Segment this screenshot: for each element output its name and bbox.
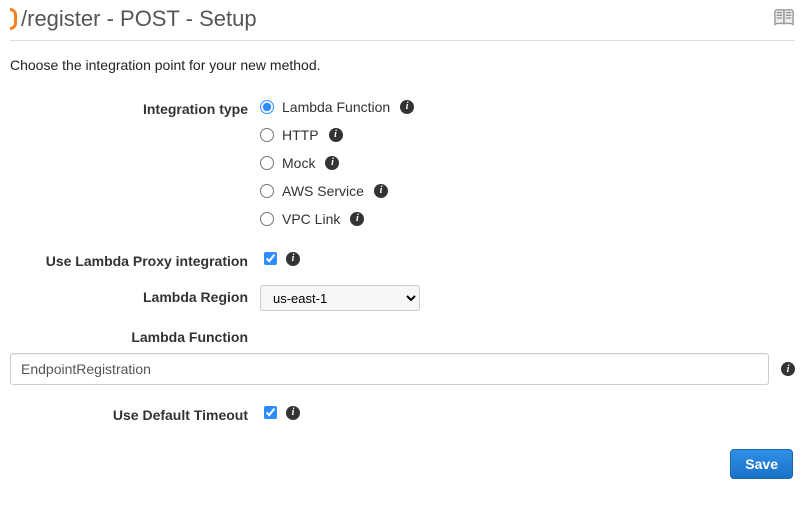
row-timeout: Use Default Timeout i [10,403,795,425]
page-title: /register - POST - Setup [10,6,257,32]
radio-vpc-link[interactable]: VPC Link i [260,209,414,229]
label-integration-type: Integration type [10,97,260,119]
page-description: Choose the integration point for your ne… [10,57,795,73]
info-icon[interactable]: i [286,406,300,420]
page-header: /register - POST - Setup [10,0,795,41]
select-lambda-region[interactable]: us-east-1 [260,285,420,311]
radio-label-lambda: Lambda Function [282,97,390,117]
radio-input-mock[interactable] [260,156,274,170]
row-integration-type: Integration type Lambda Function i HTTP … [10,97,795,229]
label-function: Lambda Function [10,325,260,347]
actions-bar: Save [10,449,795,479]
info-icon[interactable]: i [781,362,795,376]
checkbox-timeout[interactable] [264,406,277,419]
info-icon[interactable]: i [374,184,388,198]
info-icon[interactable]: i [286,252,300,266]
info-icon[interactable]: i [329,128,343,142]
checkbox-proxy[interactable] [264,252,277,265]
row-proxy: Use Lambda Proxy integration i [10,249,795,271]
radio-group-integration-type: Lambda Function i HTTP i Mock i AWS Serv… [260,97,414,229]
radio-label-aws: AWS Service [282,181,364,201]
title-text: /register - POST - Setup [21,6,257,32]
row-function-input: i [10,353,795,385]
radio-input-aws[interactable] [260,184,274,198]
label-proxy: Use Lambda Proxy integration [10,249,260,271]
radio-lambda-function[interactable]: Lambda Function i [260,97,414,117]
book-icon[interactable] [773,8,795,31]
radio-aws-service[interactable]: AWS Service i [260,181,414,201]
radio-label-vpc: VPC Link [282,209,340,229]
info-icon[interactable]: i [400,100,414,114]
row-function-label: Lambda Function [10,325,795,347]
info-icon[interactable]: i [325,156,339,170]
radio-input-lambda[interactable] [260,100,274,114]
label-timeout: Use Default Timeout [10,403,260,425]
input-lambda-function[interactable] [10,353,769,385]
save-button[interactable]: Save [730,449,793,479]
radio-http[interactable]: HTTP i [260,125,414,145]
label-region: Lambda Region [10,285,260,307]
radio-input-http[interactable] [260,128,274,142]
radio-input-vpc[interactable] [260,212,274,226]
radio-label-mock: Mock [282,153,315,173]
info-icon[interactable]: i [350,212,364,226]
radio-label-http: HTTP [282,125,319,145]
row-region: Lambda Region us-east-1 [10,285,795,311]
method-arc-icon [10,8,17,30]
radio-mock[interactable]: Mock i [260,153,414,173]
